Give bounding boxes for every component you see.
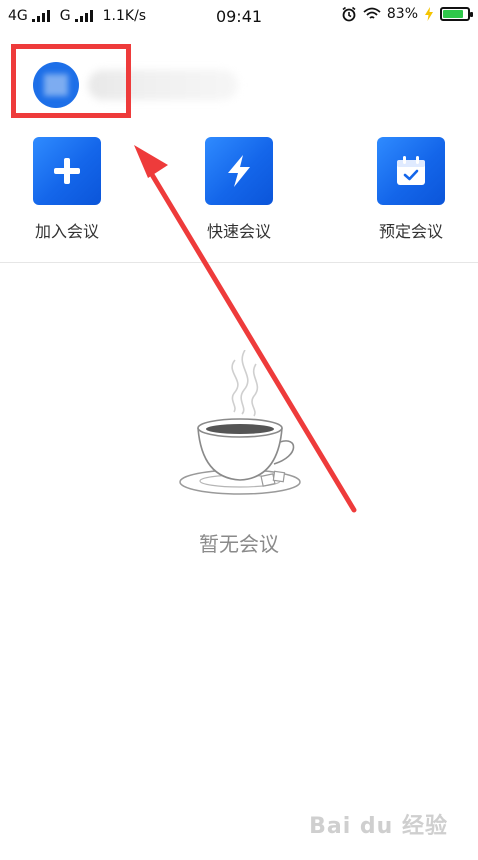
plus-icon: [54, 158, 80, 184]
action-grid: 加入会议 快速会议 预定会议: [0, 137, 478, 247]
join-meeting-label: 加入会议: [34, 222, 99, 241]
quick-meeting-button[interactable]: 快速会议: [184, 137, 294, 242]
schedule-meeting-label: 预定会议: [378, 222, 443, 241]
schedule-meeting-icon-tile[interactable]: [377, 137, 445, 205]
battery-icon: [440, 7, 473, 21]
charging-icon: [425, 7, 433, 21]
calendar-icon: [397, 156, 425, 185]
empty-state-text: 暂无会议: [199, 532, 279, 556]
lightning-icon: [228, 155, 250, 187]
status-bar: 4G G 1.1K/s 09:41 83%: [0, 0, 478, 34]
coffee-cup-icon: [179, 350, 301, 495]
alarm-icon: [342, 6, 356, 22]
status-right: 83%: [341, 6, 473, 22]
watermark-text: Bai du 经验: [309, 814, 448, 839]
section-divider: [0, 262, 478, 263]
quick-meeting-icon-tile[interactable]: [205, 137, 273, 205]
battery-fill: [443, 10, 463, 18]
battery-percent: 83%: [386, 6, 418, 22]
schedule-meeting-button[interactable]: 预定会议: [356, 137, 466, 242]
join-meeting-icon-tile[interactable]: [33, 137, 101, 205]
quick-meeting-label: 快速会议: [206, 222, 271, 241]
join-meeting-button[interactable]: 加入会议: [12, 137, 122, 242]
annotation-highlight-box: [11, 44, 131, 118]
wifi-icon: [363, 7, 381, 19]
